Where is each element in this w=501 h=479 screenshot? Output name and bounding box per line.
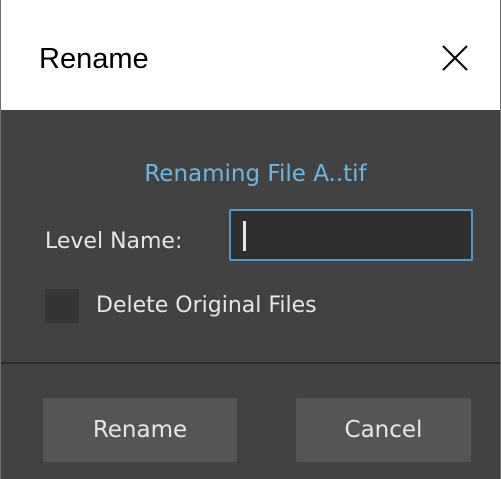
rename-dialog: Rename Renaming File A..tif Level Name: … xyxy=(0,0,501,479)
delete-original-files-label: Delete Original Files xyxy=(96,293,317,318)
cancel-button[interactable]: Cancel xyxy=(296,398,471,462)
close-button[interactable] xyxy=(442,45,468,71)
rename-button[interactable]: Rename xyxy=(43,398,237,462)
delete-original-files-checkbox[interactable] xyxy=(45,289,79,323)
dialog-footer: Rename Cancel xyxy=(1,364,500,479)
status-text: Renaming File A..tif xyxy=(144,161,367,187)
close-icon xyxy=(442,45,468,71)
title-bar: Rename xyxy=(1,0,500,110)
delete-original-files-option[interactable]: Delete Original Files xyxy=(45,288,317,324)
text-cursor xyxy=(243,221,246,251)
level-name-input[interactable] xyxy=(229,209,473,261)
window-title: Rename xyxy=(39,43,149,75)
level-name-label: Level Name: xyxy=(45,229,183,254)
dialog-content: Renaming File A..tif Level Name: Delete … xyxy=(1,110,500,362)
